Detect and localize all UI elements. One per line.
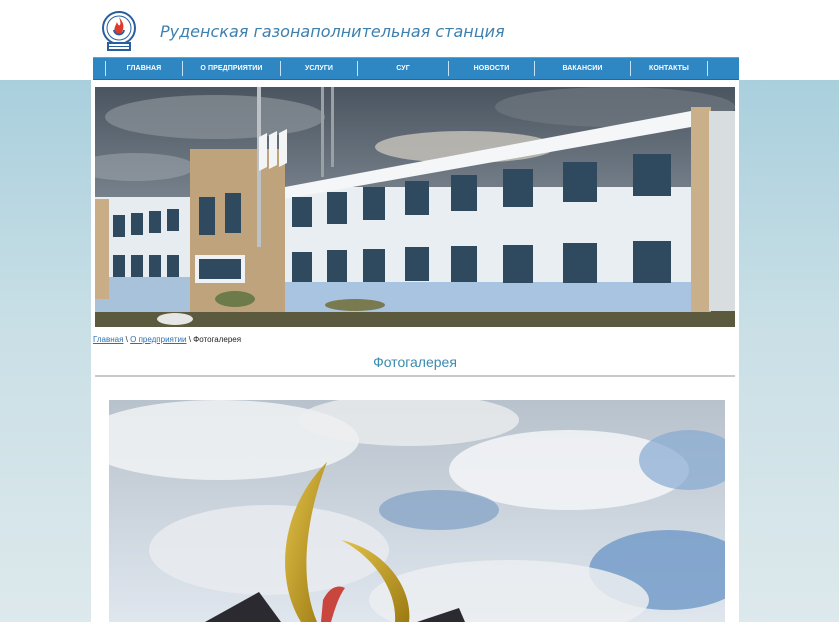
- gallery-photo[interactable]: [109, 400, 725, 622]
- breadcrumb-current: Фотогалерея: [193, 335, 242, 344]
- nav-item-vacancies[interactable]: ВАКАНСИИ: [535, 58, 630, 79]
- breadcrumb-home-link[interactable]: Главная: [93, 335, 123, 344]
- nav-item-about[interactable]: О ПРЕДПРИЯТИИ: [183, 58, 280, 79]
- site-header: Руденская газонаполнительная станция: [91, 0, 739, 56]
- title-divider: [95, 375, 735, 377]
- main-navigation: ГЛАВНАЯ О ПРЕДПРИЯТИИ УСЛУГИ СУГ НОВОСТИ…: [93, 57, 739, 80]
- breadcrumb: Главная \ О предприятии \ Фотогалерея: [93, 335, 241, 344]
- nav-item-services[interactable]: УСЛУГИ: [281, 58, 357, 79]
- nav-item-home[interactable]: ГЛАВНАЯ: [106, 58, 182, 79]
- company-logo[interactable]: [101, 10, 137, 52]
- page-title: Фотогалерея: [373, 354, 457, 370]
- breadcrumb-about-link[interactable]: О предприятии: [130, 335, 186, 344]
- hero-photo-building: [95, 87, 735, 327]
- nav-item-contacts[interactable]: КОНТАКТЫ: [631, 58, 707, 79]
- nav-separator: [707, 61, 708, 76]
- nav-item-news[interactable]: НОВОСТИ: [449, 58, 534, 79]
- page-container: Руденская газонаполнительная станция ГЛА…: [91, 0, 739, 622]
- nav-item-lpg[interactable]: СУГ: [358, 58, 448, 79]
- site-title: Руденская газонаполнительная станция: [160, 22, 505, 41]
